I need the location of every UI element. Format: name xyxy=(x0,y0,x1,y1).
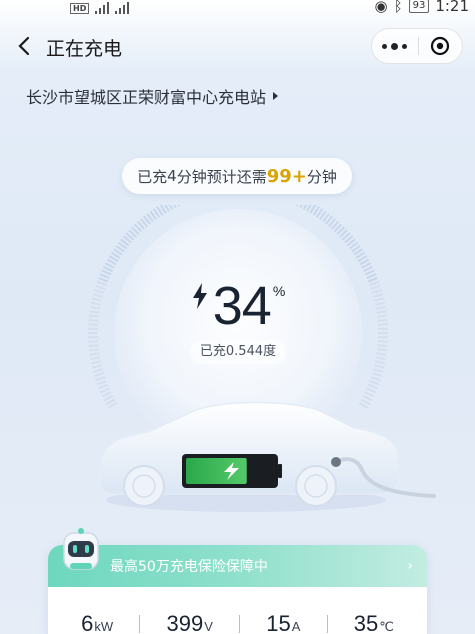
charge-percent: 34% xyxy=(191,275,285,337)
eta-minutes-remaining: 99+ xyxy=(266,165,307,187)
gauge-tick xyxy=(377,340,388,343)
signal-icon-2 xyxy=(115,2,130,14)
eta-pill: 已充 4 分钟预计还需 99+ 分钟 xyxy=(122,158,352,194)
charged-energy: 已充0.544度 xyxy=(190,340,286,364)
mini-program-capsule xyxy=(371,28,463,64)
gauge-tick xyxy=(370,376,381,382)
status-bar: HD ◉ ᛒ 93 1:21 xyxy=(0,0,475,16)
more-dot-icon xyxy=(402,43,408,49)
gauge-tick xyxy=(90,356,101,361)
stat-temperature-unit: ℃ xyxy=(379,619,394,634)
gauge-tick xyxy=(367,383,378,390)
stat-current-value: 15 xyxy=(266,611,291,634)
car-illustration xyxy=(99,401,436,512)
target-close-icon xyxy=(431,36,450,56)
gauge-tick xyxy=(366,387,377,394)
stat-power: 6 kW xyxy=(81,611,113,634)
gauge-tick xyxy=(372,368,384,373)
percent-wrap: 34% xyxy=(0,275,475,337)
eye-icon: ◉ xyxy=(374,0,388,15)
insurance-text: 最高50万充电保险保障中 xyxy=(110,559,268,575)
percent-sign: % xyxy=(272,283,285,299)
more-dot-icon xyxy=(382,43,388,49)
gauge-tick xyxy=(373,364,385,369)
battery-indicator: 93 xyxy=(408,0,430,13)
station-name-link[interactable]: 长沙市望城区正荣财富中心充电站 xyxy=(26,84,279,108)
gauge-tick xyxy=(364,269,375,276)
eta-minutes-charged: 4 xyxy=(167,167,177,185)
stat-current-unit: A xyxy=(291,619,301,634)
gauge-tick xyxy=(95,376,106,382)
mascot-icon xyxy=(63,528,99,570)
stat-divider xyxy=(239,615,241,633)
hd-icon: HD xyxy=(70,2,90,14)
nav-header: 正在充电 xyxy=(0,18,475,74)
bluetooth-icon: ᛒ xyxy=(393,0,403,15)
bolt-icon xyxy=(192,283,207,309)
gauge-tick xyxy=(98,383,109,390)
gauge-tick xyxy=(96,379,107,386)
stat-voltage-unit: V xyxy=(204,619,213,634)
gauge-tick xyxy=(88,344,99,348)
more-dot-icon xyxy=(391,42,399,50)
stat-temperature-value: 35 xyxy=(353,611,379,634)
gauge-tick xyxy=(369,379,380,386)
front-wheel xyxy=(123,465,165,507)
charge-percent-value: 34 xyxy=(212,276,272,336)
page-title: 正在充电 xyxy=(46,38,123,60)
stat-voltage-value: 399 xyxy=(166,611,204,634)
more-button[interactable] xyxy=(372,28,418,64)
close-button[interactable] xyxy=(418,28,462,64)
stat-voltage: 399 V xyxy=(167,611,213,634)
insurance-banner[interactable]: 最高50万充电保险保障中 › xyxy=(48,545,427,587)
battery-terminal xyxy=(278,464,282,478)
charging-stats: 6 kW 399 V 15 A 35 ℃ xyxy=(48,587,427,634)
gauge-tick xyxy=(89,352,100,356)
stat-power-unit: kW xyxy=(94,619,114,634)
charging-plug xyxy=(331,457,341,467)
signal-icon xyxy=(95,2,110,14)
gauge-tick xyxy=(94,372,105,377)
gauge-tick xyxy=(376,348,388,352)
battery-fill xyxy=(186,458,247,484)
gauge-tick xyxy=(376,352,387,356)
caret-right-icon xyxy=(273,92,279,100)
gauge-tick xyxy=(375,356,386,361)
gauge-tick xyxy=(99,387,110,394)
gauge-tick xyxy=(374,360,386,365)
gauge-tick xyxy=(88,348,100,352)
clock: 1:21 xyxy=(435,0,469,15)
chevron-right-icon: › xyxy=(407,558,413,574)
back-button[interactable] xyxy=(10,32,38,60)
gauge-tick xyxy=(377,344,388,348)
gauge-tick xyxy=(371,372,382,377)
stat-power-value: 6 xyxy=(81,611,94,634)
stat-current: 15 A xyxy=(266,611,300,634)
stat-divider xyxy=(326,615,328,633)
stat-temperature: 35 ℃ xyxy=(354,611,394,634)
gauge-tick xyxy=(102,265,113,273)
gauge-tick xyxy=(91,364,103,369)
station-name: 长沙市望城区正荣财富中心充电站 xyxy=(26,88,267,107)
eta-prefix: 已充 xyxy=(137,167,168,186)
chevron-left-icon xyxy=(18,36,30,56)
gauge-tick xyxy=(363,265,374,273)
gauge-tick xyxy=(90,360,102,365)
gauge-tick xyxy=(92,368,104,373)
stat-divider xyxy=(139,615,141,633)
rear-wheel xyxy=(295,465,337,507)
gauge-tick xyxy=(101,269,112,276)
eta-middle: 分钟预计还需 xyxy=(176,167,267,186)
eta-suffix: 分钟 xyxy=(306,167,337,186)
gauge-tick xyxy=(88,340,99,343)
insurance-card: 最高50万充电保险保障中 › 6 kW 399 V 15 A 35 ℃ xyxy=(48,545,427,634)
